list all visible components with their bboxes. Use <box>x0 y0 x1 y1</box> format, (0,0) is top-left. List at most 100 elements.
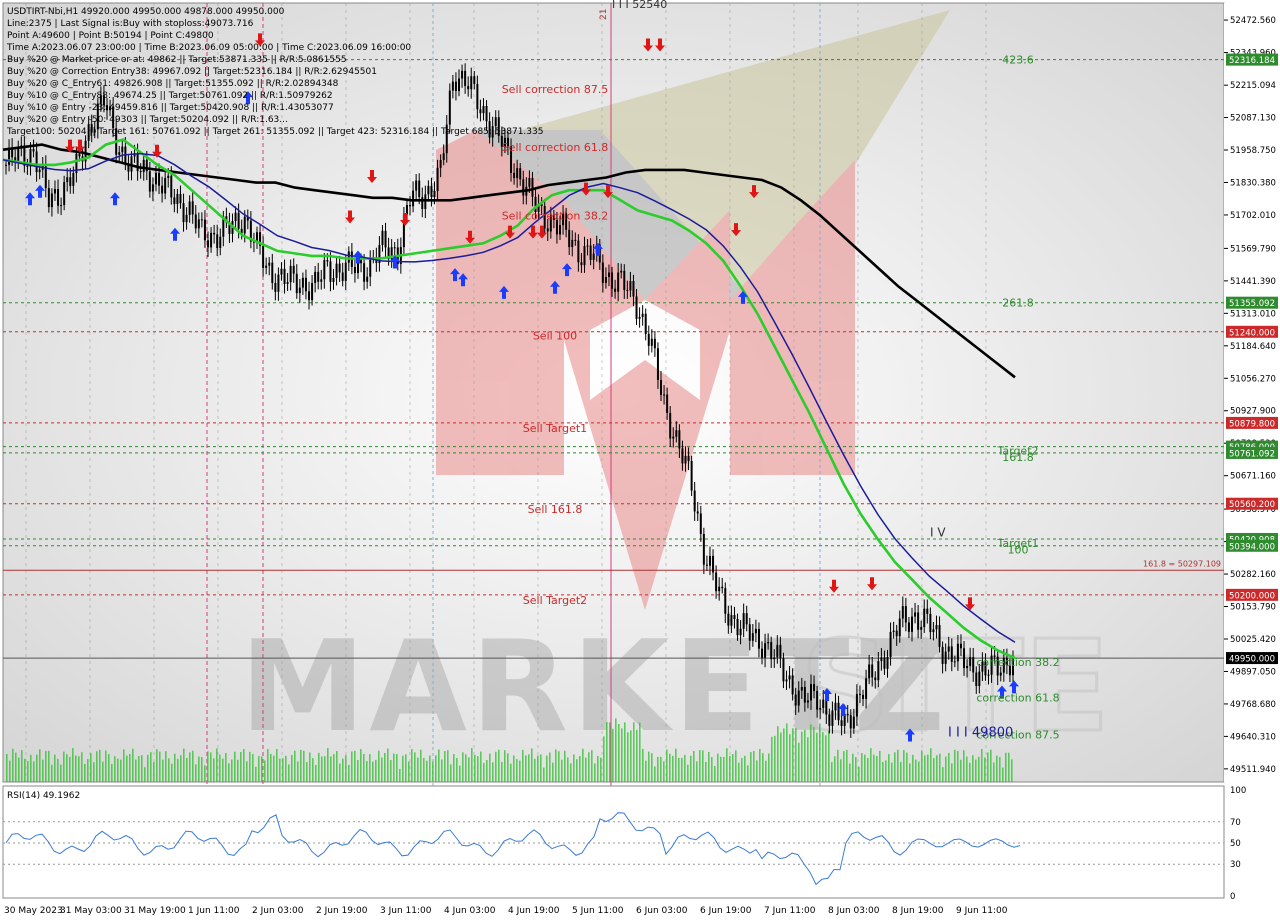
candle-body <box>265 265 268 268</box>
volume-bar <box>390 759 392 782</box>
volume-bar <box>945 756 947 782</box>
candle-body <box>733 615 736 619</box>
candle-body <box>559 225 562 235</box>
volume-bar <box>96 751 98 782</box>
volume-bar <box>651 753 653 782</box>
candle-body <box>987 674 990 676</box>
volume-bar <box>21 750 23 782</box>
time-label: 6 Jun 19:00 <box>700 906 752 916</box>
candle-body <box>966 665 969 669</box>
candle-body <box>681 448 684 464</box>
volume-bar <box>180 755 182 782</box>
candle-body <box>920 627 923 630</box>
candle-body <box>938 625 941 647</box>
volume-bar <box>474 755 476 782</box>
candle-body <box>344 262 347 281</box>
candle-body <box>470 76 473 90</box>
volume-bar <box>531 748 533 782</box>
volume-bar <box>855 757 857 782</box>
volume-bar <box>147 754 149 782</box>
volume-bar <box>930 748 932 782</box>
volume-bar <box>948 752 950 782</box>
volume-bar <box>369 754 371 782</box>
volume-bar <box>348 764 350 782</box>
level-label: 100 <box>1008 543 1029 556</box>
candle-body <box>262 245 265 268</box>
volume-bar <box>993 762 995 782</box>
volume-bar <box>630 730 632 782</box>
volume-bar <box>828 730 830 782</box>
candle-body <box>5 164 7 166</box>
candle-body <box>366 276 369 282</box>
candle-body <box>975 672 978 686</box>
volume-bar <box>573 754 575 782</box>
candle-body <box>858 693 861 695</box>
volume-bar <box>738 762 740 782</box>
candle-body <box>785 679 788 682</box>
candle-body <box>494 117 497 127</box>
volume-bar <box>750 752 752 782</box>
price-tick-label: 51569.790 <box>1230 244 1276 254</box>
volume-bar <box>534 758 536 782</box>
volume-bar <box>483 762 485 782</box>
volume-bar <box>795 728 797 782</box>
volume-bar <box>42 759 44 782</box>
volume-bar <box>813 727 815 782</box>
candle-body <box>164 177 167 194</box>
volume-bar <box>963 750 965 782</box>
volume-bar <box>705 761 707 782</box>
volume-bar <box>300 749 302 782</box>
candle-body <box>421 197 424 209</box>
candle-body <box>776 644 779 658</box>
volume-bar <box>825 735 827 782</box>
candle-body <box>907 622 910 632</box>
level-label: Sell correction 38.2 <box>502 209 609 222</box>
volume-bar <box>501 761 503 782</box>
volume-bar <box>819 724 821 782</box>
candle-body <box>699 513 702 534</box>
price-tick-label: 52215.094 <box>1230 81 1276 91</box>
volume-bar <box>753 750 755 782</box>
price-tag-label: 49950.000 <box>1229 655 1275 665</box>
volume-bar <box>957 750 959 782</box>
volume-bar <box>636 729 638 782</box>
volume-bar <box>609 722 611 782</box>
candle-body <box>200 219 203 221</box>
volume-bar <box>84 763 86 782</box>
volume-bar <box>102 761 104 782</box>
volume-bar <box>87 759 89 782</box>
volume-bar <box>618 723 620 782</box>
candle-body <box>363 263 366 282</box>
candle-body <box>335 263 338 278</box>
volume-bar <box>594 763 596 782</box>
candle-body <box>923 608 926 628</box>
time-label: 8 Jun 19:00 <box>892 906 944 916</box>
volume-bar <box>75 755 77 782</box>
volume-bar <box>729 755 731 782</box>
volume-bar <box>105 750 107 782</box>
volume-bar <box>723 756 725 782</box>
candle-body <box>415 180 418 191</box>
volume-bar <box>414 752 416 782</box>
candle-body <box>454 81 457 92</box>
volume-bar <box>153 761 155 782</box>
header-info-line: USDTIRT-Nbi,H1 49920.000 49950.000 49878… <box>7 7 285 17</box>
candle-body <box>173 197 176 205</box>
candle-body <box>852 716 855 729</box>
volume-bar <box>510 763 512 782</box>
candle-body <box>63 182 66 206</box>
volume-bar <box>246 761 248 782</box>
volume-bar <box>36 754 38 782</box>
volume-bar <box>522 749 524 782</box>
volume-bar <box>165 751 167 782</box>
wave-iii-label: I I I 49800 <box>948 725 1013 740</box>
price-tag-label: 50200.000 <box>1229 591 1275 601</box>
candle-body <box>678 430 681 449</box>
candle-body <box>151 184 154 192</box>
candle-body <box>871 664 874 678</box>
candle-body <box>696 511 699 514</box>
volume-bar <box>585 757 587 782</box>
candle-body <box>663 394 666 396</box>
volume-bar <box>237 759 239 782</box>
candle-body <box>464 70 467 86</box>
